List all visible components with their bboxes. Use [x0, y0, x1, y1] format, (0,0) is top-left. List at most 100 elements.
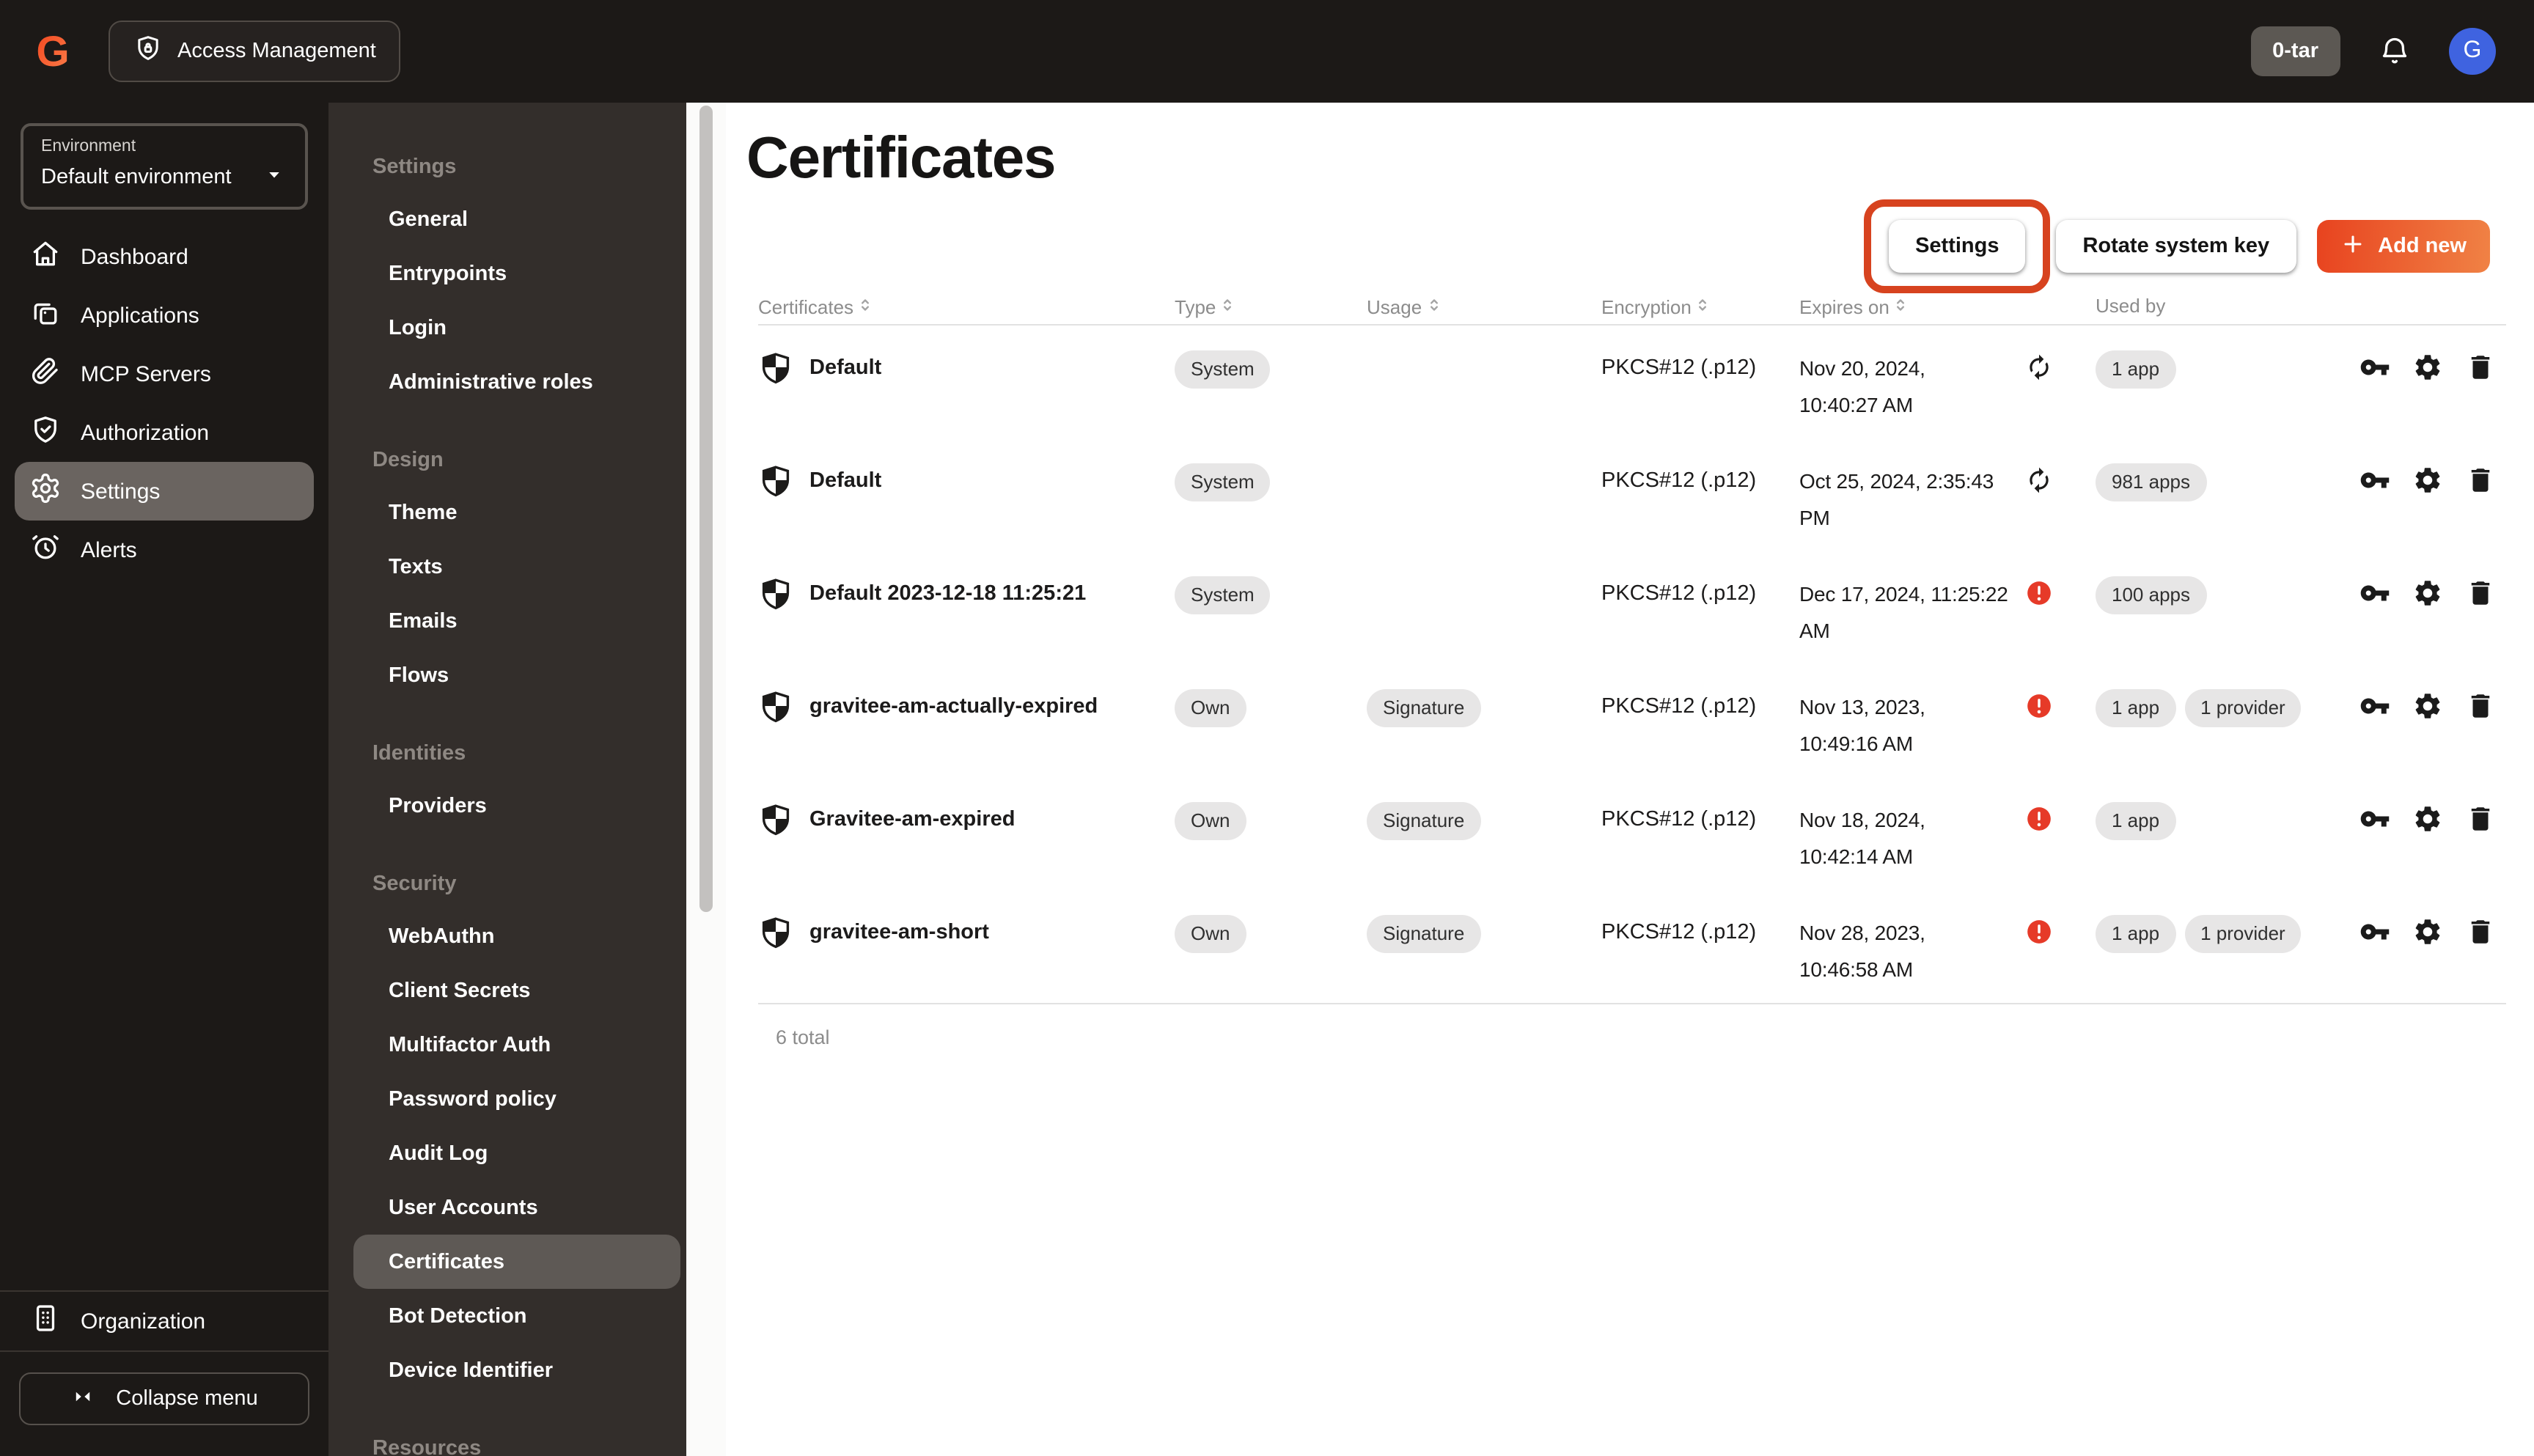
settings-nav-item-administrative-roles[interactable]: Administrative roles	[353, 355, 680, 409]
key-icon[interactable]	[2359, 804, 2390, 846]
product-label: Access Management	[177, 40, 376, 63]
used-by-chip: 100 apps	[2096, 576, 2206, 614]
gear-solid-icon[interactable]	[2412, 465, 2443, 507]
encryption-value: PKCS#12 (.p12)	[1601, 695, 1757, 718]
trash-icon[interactable]	[2465, 352, 2496, 394]
settings-nav-item-login[interactable]: Login	[353, 301, 680, 355]
settings-nav-item-entrypoints[interactable]: Entrypoints	[353, 246, 680, 301]
settings-nav-item-flows[interactable]: Flows	[353, 648, 680, 702]
autorenew-icon[interactable]	[2025, 463, 2053, 506]
column-header-usage[interactable]: Usage	[1367, 295, 1601, 318]
key-icon[interactable]	[2359, 578, 2390, 620]
used-by-chip: 1 provider	[2184, 689, 2302, 727]
product-switcher-button[interactable]: Access Management	[109, 21, 401, 82]
page-title: Certificates	[746, 126, 1057, 191]
sidebar-item-alerts[interactable]: Alerts	[15, 521, 314, 579]
sidebar-item-authorization[interactable]: Authorization	[15, 403, 314, 462]
trash-icon[interactable]	[2465, 916, 2496, 959]
sidebar-item-applications[interactable]: Applications	[15, 286, 314, 345]
key-icon[interactable]	[2359, 691, 2390, 733]
scrollbar[interactable]	[686, 103, 726, 1456]
rotate-system-key-button[interactable]: Rotate system key	[2056, 220, 2296, 273]
column-header-encryption[interactable]: Encryption	[1601, 295, 1799, 318]
gear-solid-icon[interactable]	[2412, 578, 2443, 620]
certificate-name[interactable]: Default	[809, 350, 881, 386]
settings-nav-item-password-policy[interactable]: Password policy	[353, 1072, 680, 1126]
settings-nav-item-emails[interactable]: Emails	[353, 594, 680, 648]
type-badge: Own	[1175, 915, 1246, 953]
app-root: G Access Management 0-tar G Environment …	[0, 0, 2534, 1456]
settings-nav-item-theme[interactable]: Theme	[353, 485, 680, 540]
sidebar-item-label: Authorization	[81, 420, 210, 445]
certificate-name[interactable]: Default	[809, 463, 881, 499]
key-icon[interactable]	[2359, 465, 2390, 507]
org-badge[interactable]: 0-tar	[2250, 26, 2340, 76]
settings-nav-item-user-accounts[interactable]: User Accounts	[353, 1180, 680, 1235]
gear-solid-icon[interactable]	[2412, 691, 2443, 733]
encryption-value: PKCS#12 (.p12)	[1601, 582, 1757, 606]
table-row[interactable]: Gravitee-am-expired Own Signature PKCS#12 (…	[758, 777, 2506, 890]
gear-solid-icon[interactable]	[2412, 352, 2443, 394]
sidebar-item-label: Dashboard	[81, 244, 188, 269]
certificate-shield-icon	[758, 576, 793, 623]
gear-solid-icon[interactable]	[2412, 916, 2443, 959]
alarm-icon	[29, 531, 62, 569]
settings-nav-item-providers[interactable]: Providers	[353, 779, 680, 833]
key-icon[interactable]	[2359, 352, 2390, 394]
nav-section-design: Design	[372, 449, 444, 472]
environment-selector[interactable]: Environment Default environment	[21, 123, 308, 210]
trash-icon[interactable]	[2465, 578, 2496, 620]
sidebar-item-organization[interactable]: Organization	[15, 1292, 314, 1350]
settings-nav-item-client-secrets[interactable]: Client Secrets	[353, 963, 680, 1018]
settings-button[interactable]: Settings	[1889, 220, 2026, 273]
add-new-button[interactable]: Add new	[2316, 220, 2490, 273]
organization-icon	[29, 1302, 62, 1340]
gravitee-logo-icon[interactable]: G	[32, 31, 73, 72]
sidebar-item-settings[interactable]: Settings	[15, 462, 314, 521]
plus-icon	[2340, 231, 2365, 262]
trash-icon[interactable]	[2465, 804, 2496, 846]
sidebar-item-label: Applications	[81, 303, 199, 328]
key-icon[interactable]	[2359, 916, 2390, 959]
table-row[interactable]: Default System PKCS#12 (.p12) Nov 20, 2024,…	[758, 326, 2506, 438]
main-content: Certificates Settings Rotate system key …	[726, 103, 2534, 1456]
settings-nav-item-texts[interactable]: Texts	[353, 540, 680, 594]
trash-icon[interactable]	[2465, 691, 2496, 733]
settings-nav-item-audit-log[interactable]: Audit Log	[353, 1126, 680, 1180]
certificate-name[interactable]: Gravitee-am-expired	[809, 802, 1015, 837]
topbar-left: G Access Management	[32, 21, 401, 82]
gear-icon	[29, 472, 62, 510]
annotation-highlight-box: Settings	[1864, 199, 2051, 293]
gear-solid-icon[interactable]	[2412, 804, 2443, 846]
collapse-menu-button[interactable]: Collapse menu	[19, 1372, 309, 1425]
table-row[interactable]: gravitee-am-short Own Signature PKCS#12 (.p…	[758, 890, 2506, 1003]
certificate-name[interactable]: Default 2023-12-18 11:25:21	[809, 576, 1086, 611]
scrollbar-thumb[interactable]	[699, 106, 713, 912]
table-row[interactable]: gravitee-am-actually-expired Own Signature…	[758, 664, 2506, 777]
sidebar-item-mcp-servers[interactable]: MCP Servers	[15, 345, 314, 403]
table-row[interactable]: Default 2023-12-18 11:25:21 System PKCS#12…	[758, 551, 2506, 664]
settings-nav-item-webauthn[interactable]: WebAuthn	[353, 909, 680, 963]
settings-nav-item-general[interactable]: General	[353, 192, 680, 246]
settings-nav-item-bot-detection[interactable]: Bot Detection	[353, 1289, 680, 1343]
sidebar-item-dashboard[interactable]: Dashboard	[15, 227, 314, 286]
certificate-name[interactable]: gravitee-am-actually-expired	[809, 689, 1098, 724]
avatar[interactable]: G	[2449, 28, 2496, 75]
used-by-cell: 1 app 1 provider	[2096, 689, 2313, 727]
certificate-name[interactable]: gravitee-am-short	[809, 915, 989, 950]
column-header-expires-on[interactable]: Expires on	[1799, 295, 2096, 318]
autorenew-icon[interactable]	[2025, 350, 2053, 393]
settings-nav-item-device-identifier[interactable]: Device Identifier	[353, 1343, 680, 1397]
column-header-type[interactable]: Type	[1175, 295, 1367, 318]
apps-icon	[29, 296, 62, 334]
type-badge: Own	[1175, 689, 1246, 727]
trash-icon[interactable]	[2465, 465, 2496, 507]
table-row[interactable]: Default System PKCS#12 (.p12) Oct 25, 2024,…	[758, 438, 2506, 551]
bell-icon[interactable]	[2379, 35, 2411, 67]
column-header-certificates[interactable]: Certificates	[758, 295, 1175, 318]
settings-nav-item-multifactor-auth[interactable]: Multifactor Auth	[353, 1018, 680, 1072]
settings-nav-item-certificates[interactable]: Certificates	[353, 1235, 680, 1289]
certificate-shield-icon	[758, 350, 793, 397]
table-header: Certificates Type Usage Encryption Expires o…	[758, 295, 2506, 326]
